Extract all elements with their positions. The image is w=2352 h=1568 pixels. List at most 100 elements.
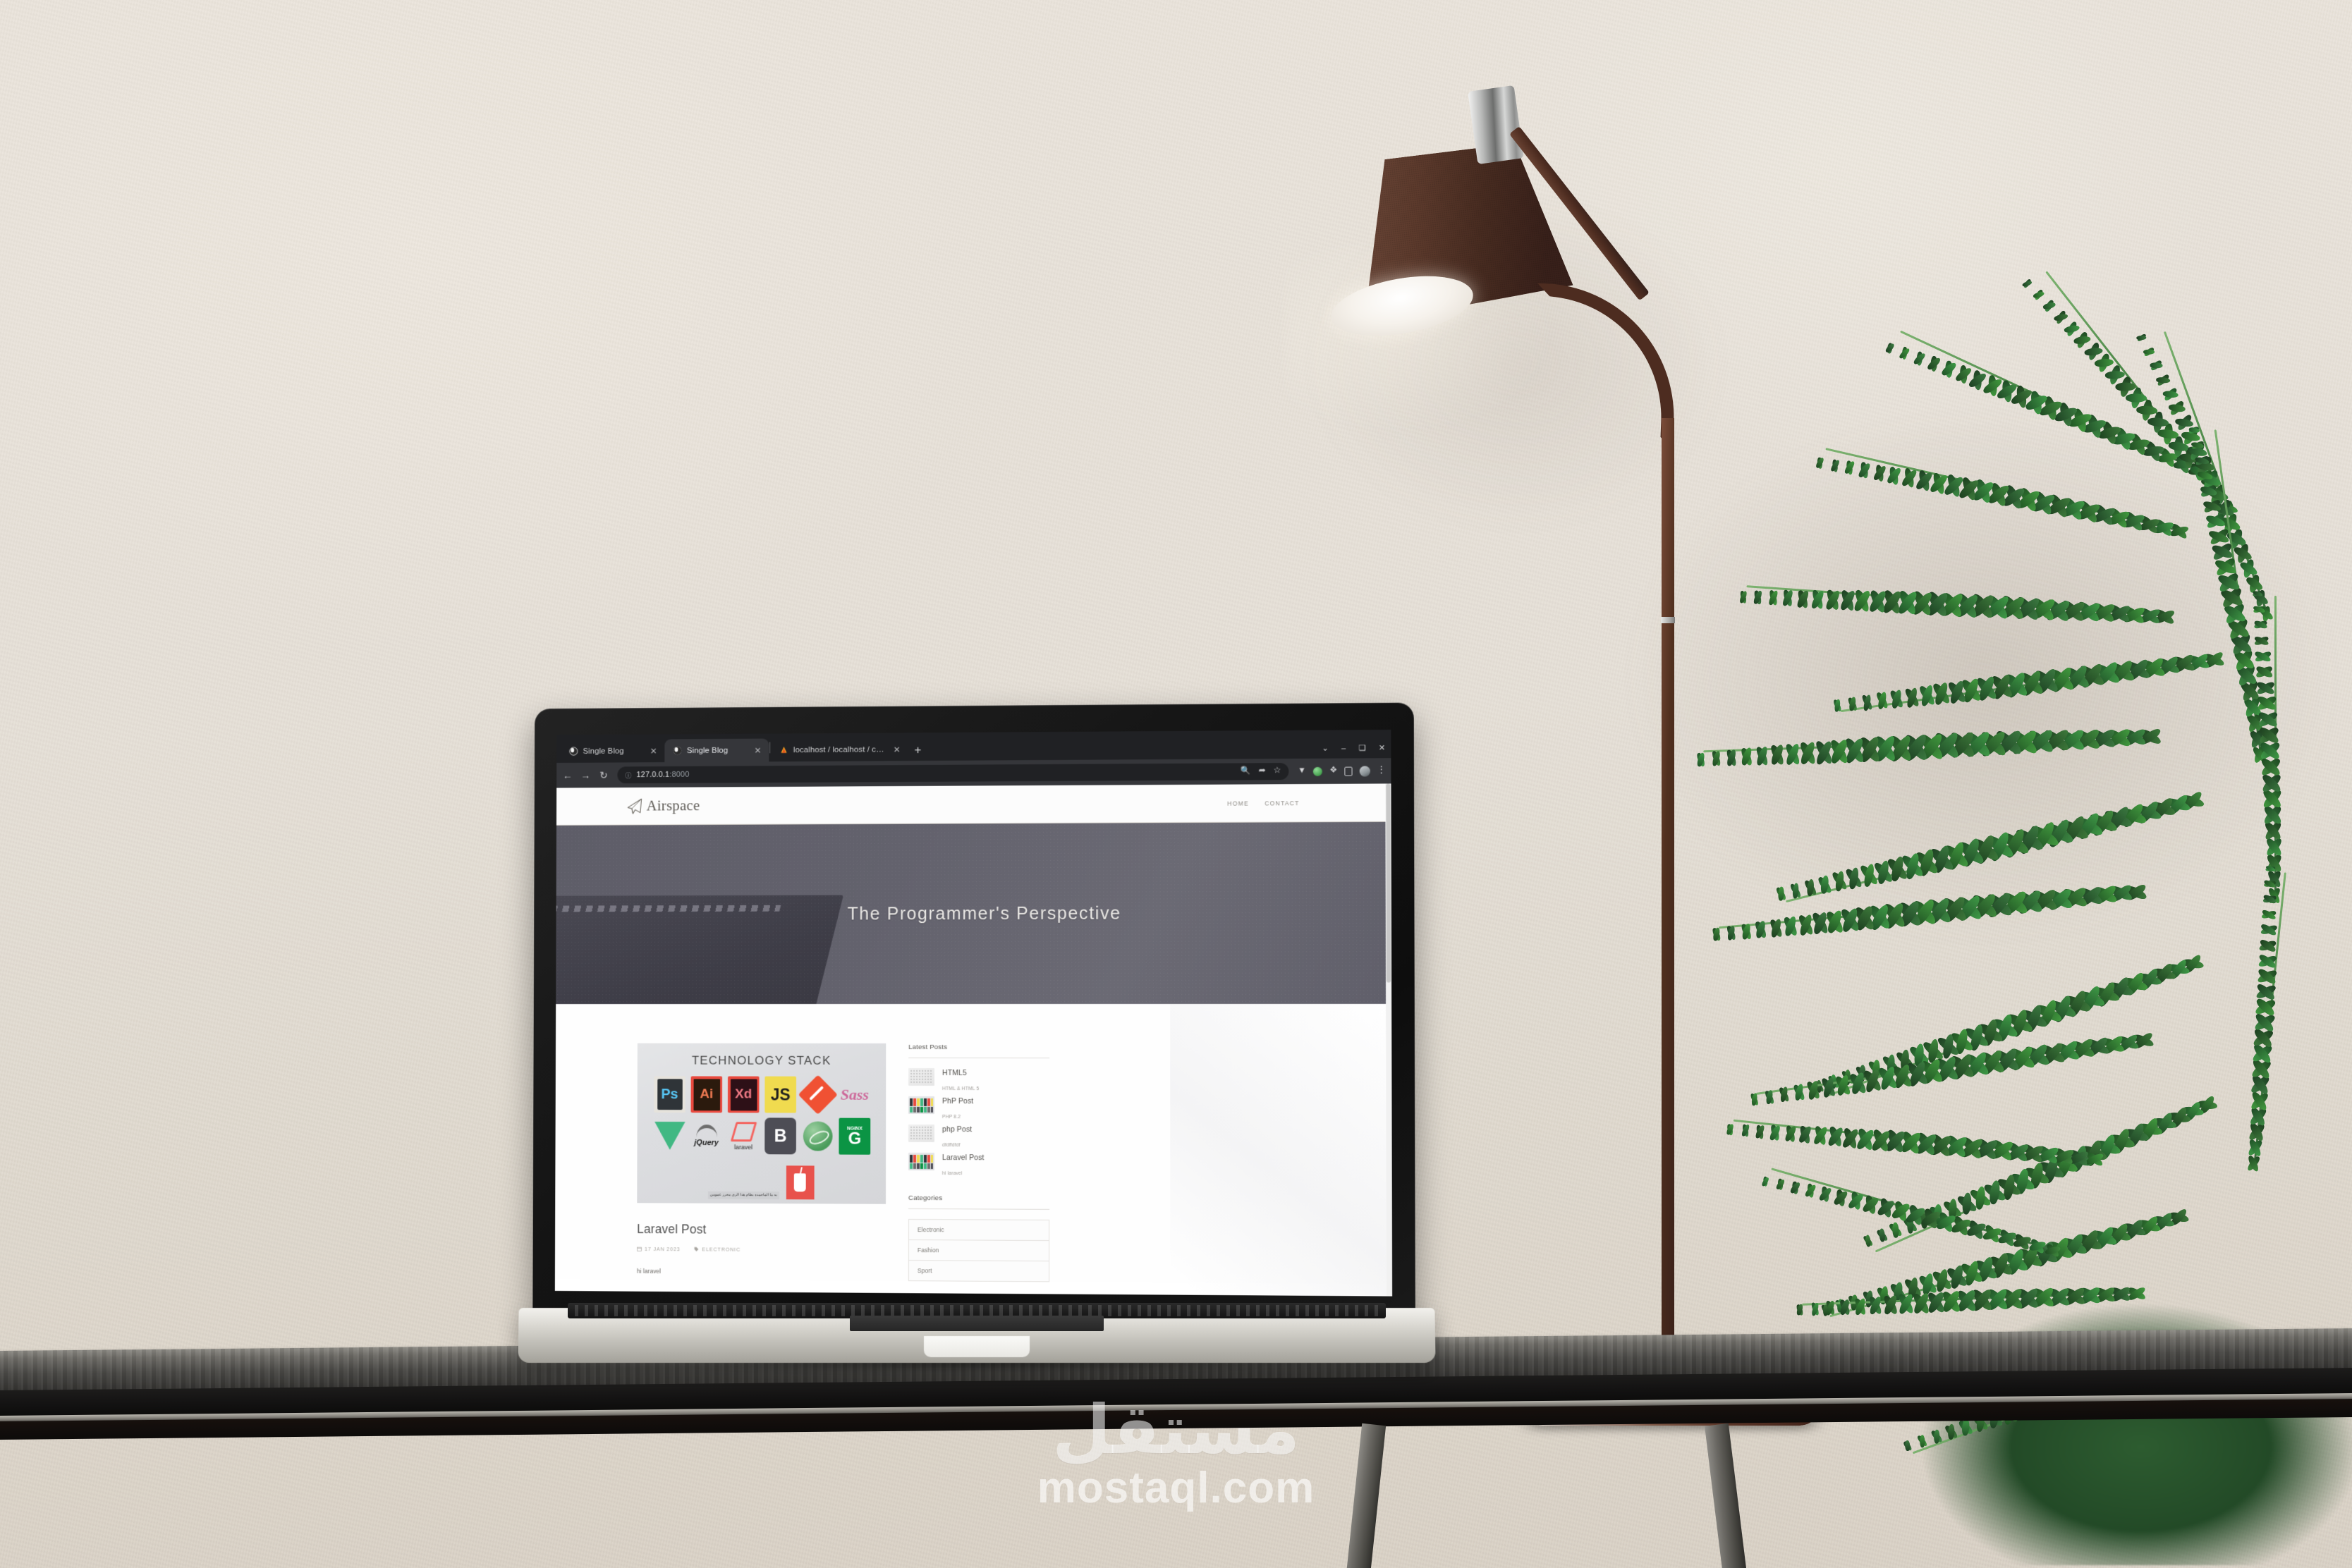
frond-leaflets — [1815, 439, 2190, 542]
browser-toolbar: ← → ↻ ⓘ 127.0.0.1:8000 🔍 ➦ ☆ ▼ ❖ ⋮ — [556, 758, 1391, 788]
page-sidebar: Latest Posts HTML5 HTML & HTML 5 PhP Pos… — [908, 1043, 1050, 1282]
browser-menu-icon[interactable]: ⋮ — [1377, 766, 1386, 776]
address-bar[interactable]: ⓘ 127.0.0.1:8000 🔍 ➦ ☆ — [617, 763, 1289, 784]
forward-icon[interactable]: → — [580, 770, 591, 781]
post-category: ELECTRONIC — [694, 1246, 741, 1253]
laptop-base-notch — [923, 1335, 1030, 1357]
latest-post-title: php Post — [942, 1125, 973, 1134]
tag-icon — [695, 1247, 699, 1251]
globe-icon — [569, 747, 578, 756]
lamp-pole — [1662, 418, 1674, 1390]
latest-post-title: Laravel Post — [942, 1153, 985, 1163]
reload-icon[interactable]: ↻ — [598, 769, 609, 780]
search-icon[interactable]: 🔍 — [1241, 767, 1250, 776]
laptop: Single Blog ✕ Single Blog ✕ localhost / … — [518, 702, 1436, 1373]
latest-post-text: HTML5 HTML & HTML 5 — [942, 1068, 1049, 1091]
latest-post-excerpt: HTML & HTML 5 — [942, 1086, 980, 1092]
puzzle-extension-icon[interactable]: ❖ — [1329, 766, 1336, 776]
category-item-electronic[interactable]: Electronic — [908, 1219, 1049, 1242]
site-brand[interactable]: Airspace — [626, 797, 700, 815]
side-panel-icon[interactable] — [1343, 766, 1353, 776]
tab-close-icon[interactable]: ✕ — [649, 746, 659, 756]
post-meta: 17 JAN 2023 ELECTRONIC — [637, 1246, 886, 1254]
profile-avatar[interactable] — [1359, 765, 1370, 777]
desk-leg-right — [1705, 1423, 1747, 1568]
post-date-text: 17 JAN 2023 — [644, 1246, 681, 1253]
info-circle-icon[interactable]: ⓘ — [625, 770, 631, 780]
calendar-icon — [637, 1247, 642, 1251]
post-thumbnail — [908, 1152, 934, 1171]
illustrator-icon: Ai — [690, 1076, 723, 1113]
post-body: hi laravel — [637, 1267, 661, 1275]
jquery-icon: jQuery — [690, 1117, 722, 1154]
adobe-xd-icon: Xd — [727, 1076, 760, 1113]
plant-frond — [2252, 589, 2285, 905]
technology-stack-footer: به ما الماجمده بطام هذا الري محرز عمومن — [637, 1165, 886, 1200]
latest-post-excerpt: dfdffdfdf — [942, 1143, 961, 1149]
javascript-icon: JS — [764, 1076, 797, 1113]
page-scrollbar[interactable] — [1385, 783, 1393, 1297]
laravel-icon: laravel — [728, 1117, 760, 1154]
latest-post-text: php Post dfdffdfdf — [942, 1125, 1049, 1149]
desk — [0, 1328, 2352, 1568]
latest-post-excerpt: hi laravel — [942, 1171, 963, 1177]
url-host: 127.0.0.1 — [636, 770, 670, 780]
browser-tab-1[interactable]: Single Blog ✕ — [561, 739, 664, 762]
frond-leaflets — [2252, 589, 2285, 905]
post-title: Laravel Post — [637, 1222, 707, 1237]
vue-devtools-icon[interactable]: ▼ — [1298, 766, 1306, 776]
chevron-down-icon[interactable]: ⌄ — [1322, 745, 1328, 753]
category-item-fashion[interactable]: Fashion — [908, 1240, 1049, 1262]
photoshop-icon: Ps — [654, 1076, 686, 1113]
technology-stack-icons: Ps Ai Xd JS Sass jQuery laravel B NGINX … — [654, 1074, 873, 1155]
latest-post-title: PhP Post — [942, 1096, 974, 1106]
tab-close-icon[interactable]: ✕ — [892, 745, 902, 754]
phpmyadmin-icon — [781, 746, 787, 753]
categories-heading: Categories — [908, 1194, 943, 1203]
new-tab-button[interactable]: + — [914, 743, 921, 757]
divider — [908, 1208, 1050, 1210]
stack-arabic-note: به ما الماجمده بطام هذا الري محرز عمومن — [708, 1192, 779, 1200]
lamp-chrome-collar — [1468, 85, 1524, 165]
latest-post-item[interactable]: php Post dfdffdfdf — [908, 1124, 1049, 1149]
tab-title: localhost / localhost / cms / posts — [793, 745, 887, 754]
lamp-arm-bend — [1532, 283, 1678, 451]
plant-frond — [2243, 864, 2295, 1173]
bootstrap-icon: B — [764, 1117, 796, 1155]
latest-post-item[interactable]: Laravel Post hi laravel — [908, 1152, 1049, 1177]
scrollbar-thumb[interactable] — [1386, 783, 1391, 983]
maximize-icon[interactable]: ❑ — [1359, 744, 1366, 752]
post-category-text: ELECTRONIC — [702, 1246, 741, 1253]
latest-posts-heading: Latest Posts — [908, 1043, 948, 1051]
browser-tab-strip: Single Blog ✕ Single Blog ✕ localhost / … — [556, 729, 1391, 763]
nav-item-home[interactable]: HOME — [1227, 800, 1249, 807]
latest-post-item[interactable]: HTML5 HTML & HTML 5 — [908, 1067, 1049, 1091]
category-item-sport[interactable]: Sport — [908, 1261, 1049, 1282]
desk-leg-left — [1346, 1423, 1387, 1568]
frond-leaflets — [1832, 649, 2226, 723]
plant-frond — [1815, 439, 2190, 542]
page-viewport: Airspace HOME CONTACT The Programmer's P… — [554, 783, 1393, 1297]
minimize-icon[interactable]: – — [1341, 744, 1346, 752]
latest-post-item[interactable]: PhP Post PHP 8.2 — [908, 1096, 1049, 1120]
vue-icon — [654, 1117, 686, 1154]
laptop-lid: Single Blog ✕ Single Blog ✕ localhost / … — [532, 702, 1415, 1323]
post-date: 17 JAN 2023 — [637, 1246, 681, 1252]
latest-post-text: PhP Post PHP 8.2 — [942, 1096, 1049, 1120]
close-icon[interactable]: ✕ — [1379, 744, 1385, 752]
post-thumbnail — [908, 1124, 934, 1142]
browser-tab-2[interactable]: Single Blog ✕ — [664, 738, 769, 763]
shield-extension-icon[interactable] — [1312, 766, 1323, 776]
back-icon[interactable]: ← — [562, 770, 573, 781]
browser-tab-3[interactable]: localhost / localhost / cms / posts ✕ — [771, 737, 908, 761]
tab-separator — [769, 742, 771, 754]
bookmark-star-icon[interactable]: ☆ — [1274, 766, 1281, 776]
page-content: TECHNOLOGY STACK Ps Ai Xd JS Sass jQuery… — [554, 1003, 1393, 1285]
gulp-icon — [786, 1165, 815, 1200]
plant-frond — [1832, 649, 2226, 723]
post-thumbnail — [908, 1096, 934, 1114]
globe-icon — [673, 747, 682, 755]
nav-item-contact[interactable]: CONTACT — [1265, 800, 1299, 807]
tab-close-icon[interactable]: ✕ — [752, 745, 762, 755]
share-icon[interactable]: ➦ — [1259, 767, 1266, 776]
